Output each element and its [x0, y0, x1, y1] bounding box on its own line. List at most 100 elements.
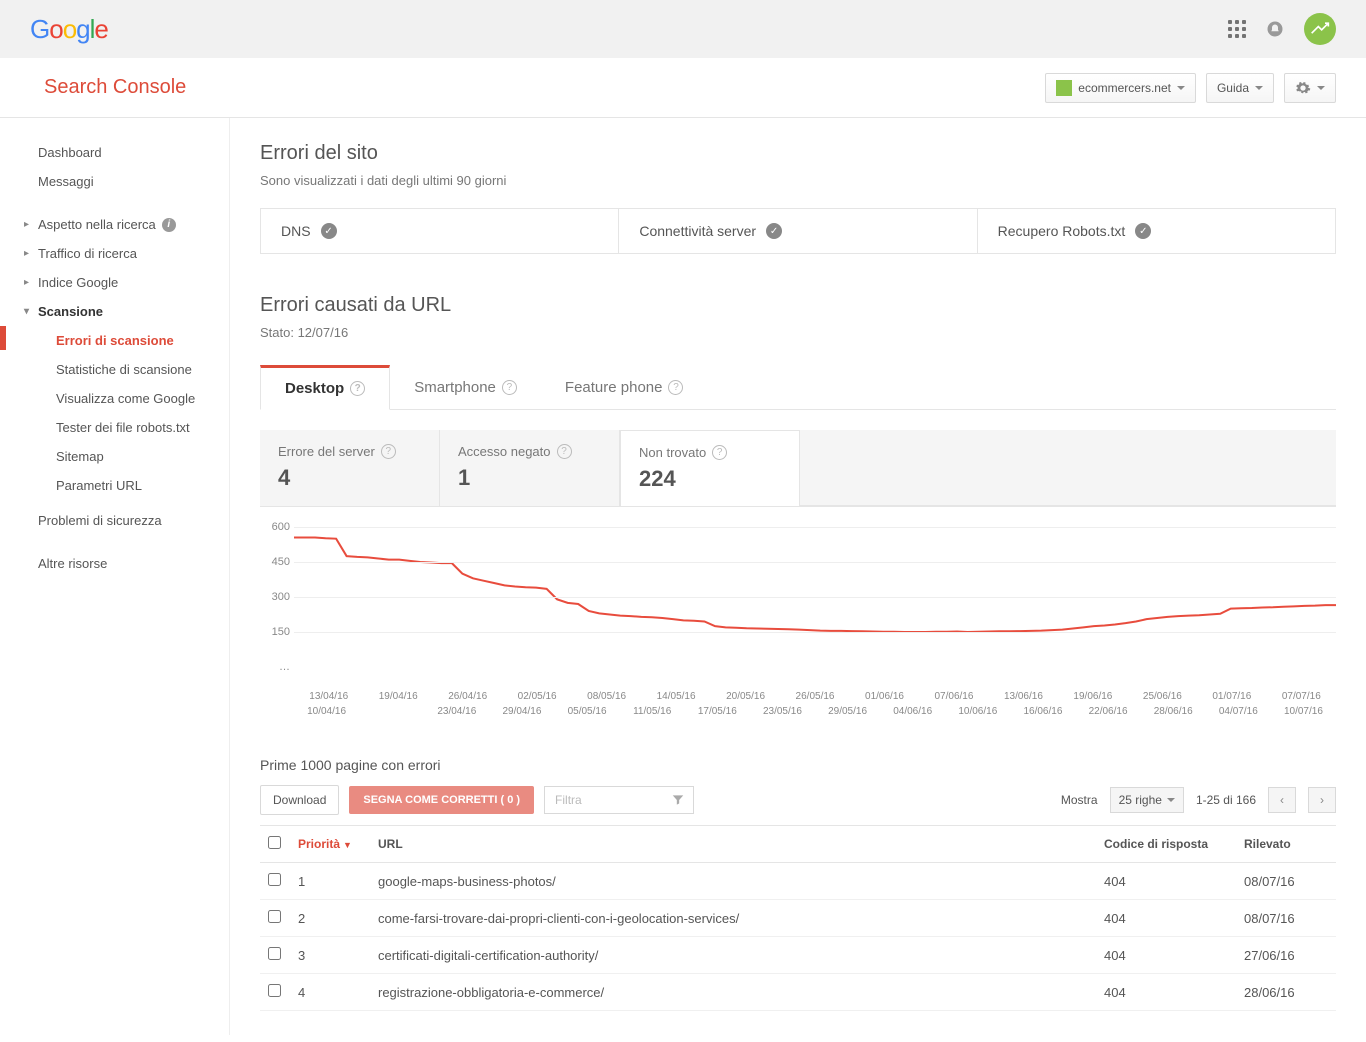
stat-access-denied[interactable]: Accesso negato? 1 — [440, 430, 620, 506]
sidebar-item-sitemap[interactable]: Sitemap — [0, 442, 229, 471]
cell-code: 404 — [1096, 937, 1236, 974]
next-page-button[interactable]: › — [1308, 787, 1336, 813]
row-checkbox[interactable] — [268, 873, 281, 886]
show-label: Mostra — [1061, 793, 1098, 807]
status-card-dns[interactable]: DNS ✓ — [261, 209, 619, 253]
funnel-icon — [671, 793, 685, 810]
chevron-down-icon — [1167, 798, 1175, 802]
settings-button[interactable] — [1284, 73, 1336, 103]
device-tabs: Desktop ? Smartphone ? Feature phone ? — [260, 365, 1336, 410]
cell-url: come-farsi-trovare-dai-propri-clienti-co… — [370, 900, 1096, 937]
product-name: Search Console — [44, 76, 186, 99]
errors-table: Priorità▼ URL Codice di risposta Rilevat… — [260, 825, 1336, 1011]
row-checkbox[interactable] — [268, 947, 281, 960]
status-card-connectivity[interactable]: Connettività server ✓ — [619, 209, 977, 253]
filter-input[interactable]: Filtra — [544, 786, 694, 814]
sidebar-item-other[interactable]: Altre risorse — [0, 549, 229, 578]
apps-icon[interactable] — [1228, 20, 1246, 38]
sidebar-item-crawl-errors[interactable]: Errori di scansione — [0, 326, 229, 355]
tab-feature-phone[interactable]: Feature phone ? — [541, 365, 708, 409]
cell-url: google-maps-business-photos/ — [370, 863, 1096, 900]
user-avatar[interactable] — [1304, 13, 1336, 45]
chevron-down-icon — [1317, 86, 1325, 90]
sidebar-item-crawl-stats[interactable]: Statistiche di scansione — [0, 355, 229, 384]
page-info: 1-25 di 166 — [1196, 793, 1256, 807]
site-errors-subtitle: Sono visualizzati i dati degli ultimi 90… — [260, 173, 1336, 188]
col-priority[interactable]: Priorità▼ — [290, 826, 370, 863]
sidebar-item-search-appearance[interactable]: Aspetto nella ricerca i — [0, 210, 229, 239]
table-row[interactable]: 2come-farsi-trovare-dai-propri-clienti-c… — [260, 900, 1336, 937]
row-checkbox[interactable] — [268, 984, 281, 997]
sidebar-item-url-params[interactable]: Parametri URL — [0, 471, 229, 500]
col-detected[interactable]: Rilevato — [1236, 826, 1336, 863]
sort-caret-icon: ▼ — [343, 840, 352, 850]
help-icon: ? — [350, 381, 365, 396]
cell-detected: 08/07/16 — [1236, 863, 1336, 900]
col-url[interactable]: URL — [370, 826, 1096, 863]
cell-priority: 1 — [290, 863, 370, 900]
cell-detected: 08/07/16 — [1236, 900, 1336, 937]
cell-priority: 3 — [290, 937, 370, 974]
help-icon: ? — [502, 380, 517, 395]
url-errors-title: Errori causati da URL — [260, 294, 1336, 317]
gear-icon — [1295, 80, 1311, 96]
select-all-checkbox[interactable] — [268, 836, 281, 849]
cell-url: registrazione-obbligatoria-e-commerce/ — [370, 974, 1096, 1011]
cell-detected: 28/06/16 — [1236, 974, 1336, 1011]
sidebar-item-fetch-as-google[interactable]: Visualizza come Google — [0, 384, 229, 413]
sub-bar: Search Console ecommercers.net Guida — [0, 58, 1366, 118]
stat-not-found[interactable]: Non trovato? 224 — [620, 430, 800, 506]
main-content: Errori del sito Sono visualizzati i dati… — [230, 118, 1366, 1035]
chevron-down-icon — [1177, 86, 1185, 90]
stat-server-error[interactable]: Errore del server? 4 — [260, 430, 440, 506]
google-logo: Google — [30, 14, 108, 45]
download-button[interactable]: Download — [260, 785, 339, 815]
table-row[interactable]: 3certificati-digitali-certification-auth… — [260, 937, 1336, 974]
row-checkbox[interactable] — [268, 910, 281, 923]
cell-code: 404 — [1096, 974, 1236, 1011]
cell-detected: 27/06/16 — [1236, 937, 1336, 974]
sidebar: Dashboard Messaggi Aspetto nella ricerca… — [0, 118, 230, 1035]
sidebar-item-dashboard[interactable]: Dashboard — [0, 138, 229, 167]
sidebar-item-messages[interactable]: Messaggi — [0, 167, 229, 196]
tab-smartphone[interactable]: Smartphone ? — [390, 365, 541, 409]
sidebar-item-robots-tester[interactable]: Tester dei file robots.txt — [0, 413, 229, 442]
mark-fixed-button[interactable]: SEGNA COME CORRETTI ( 0 ) — [349, 786, 534, 814]
bell-icon[interactable] — [1266, 20, 1284, 38]
col-code[interactable]: Codice di risposta — [1096, 826, 1236, 863]
top-bar: Google — [0, 0, 1366, 58]
help-icon: ? — [557, 444, 572, 459]
line-chart: 600450300150… — [294, 527, 1336, 687]
url-errors-state: Stato: 12/07/16 — [260, 325, 1336, 340]
help-label: Guida — [1217, 81, 1249, 95]
table-row[interactable]: 4registrazione-obbligatoria-e-commerce/4… — [260, 974, 1336, 1011]
check-icon: ✓ — [766, 223, 782, 239]
tab-desktop[interactable]: Desktop ? — [260, 365, 390, 410]
site-selector[interactable]: ecommercers.net — [1045, 73, 1196, 103]
chart-area: 600450300150… 13/04/1619/04/1626/04/1602… — [260, 506, 1336, 727]
prev-page-button[interactable]: ‹ — [1268, 787, 1296, 813]
rows-per-page[interactable]: 25 righe — [1110, 787, 1184, 813]
sidebar-item-search-traffic[interactable]: Traffico di ricerca — [0, 239, 229, 268]
cell-code: 404 — [1096, 900, 1236, 937]
table-toolbar: Download SEGNA COME CORRETTI ( 0 ) Filtr… — [260, 785, 1336, 815]
error-stats: Errore del server? 4 Accesso negato? 1 N… — [260, 430, 1336, 506]
cell-priority: 2 — [290, 900, 370, 937]
cell-url: certificati-digitali-certification-autho… — [370, 937, 1096, 974]
status-card-robots[interactable]: Recupero Robots.txt ✓ — [978, 209, 1335, 253]
sidebar-item-crawl[interactable]: Scansione — [0, 297, 229, 326]
check-icon: ✓ — [1135, 223, 1151, 239]
table-row[interactable]: 1google-maps-business-photos/40408/07/16 — [260, 863, 1336, 900]
chevron-down-icon — [1255, 86, 1263, 90]
site-name: ecommercers.net — [1078, 81, 1171, 95]
cell-code: 404 — [1096, 863, 1236, 900]
sidebar-item-security[interactable]: Problemi di sicurezza — [0, 506, 229, 535]
help-button[interactable]: Guida — [1206, 73, 1274, 103]
status-cards: DNS ✓ Connettività server ✓ Recupero Rob… — [260, 208, 1336, 254]
site-favicon — [1056, 80, 1072, 96]
cell-priority: 4 — [290, 974, 370, 1011]
check-icon: ✓ — [321, 223, 337, 239]
sidebar-item-google-index[interactable]: Indice Google — [0, 268, 229, 297]
help-icon: ? — [668, 380, 683, 395]
help-icon: ? — [712, 445, 727, 460]
